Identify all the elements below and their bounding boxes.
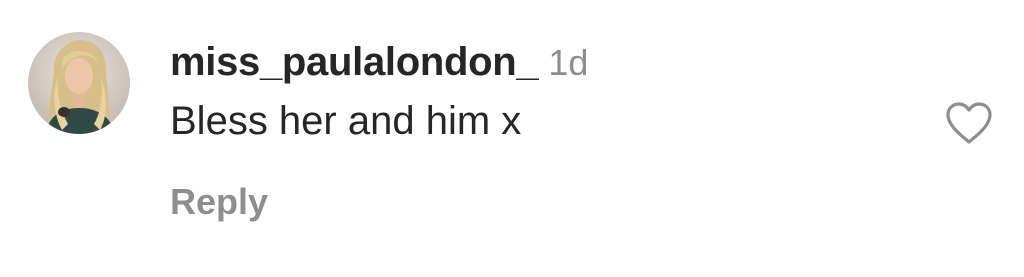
reply-button[interactable]: Reply [170, 178, 268, 226]
comment-text: Bless her and him x [170, 99, 522, 143]
avatar[interactable] [28, 32, 130, 134]
heart-outline-icon [946, 102, 992, 144]
comment-timestamp: 1d [548, 42, 589, 83]
like-button[interactable] [944, 100, 994, 146]
avatar-photo [28, 32, 130, 134]
comment-item: miss_paulalondon_ 1d Bless her and him x … [0, 0, 1024, 277]
username-link[interactable]: miss_paulalondon_ [170, 40, 539, 84]
comment-header: miss_paulalondon_ 1d [170, 38, 588, 95]
